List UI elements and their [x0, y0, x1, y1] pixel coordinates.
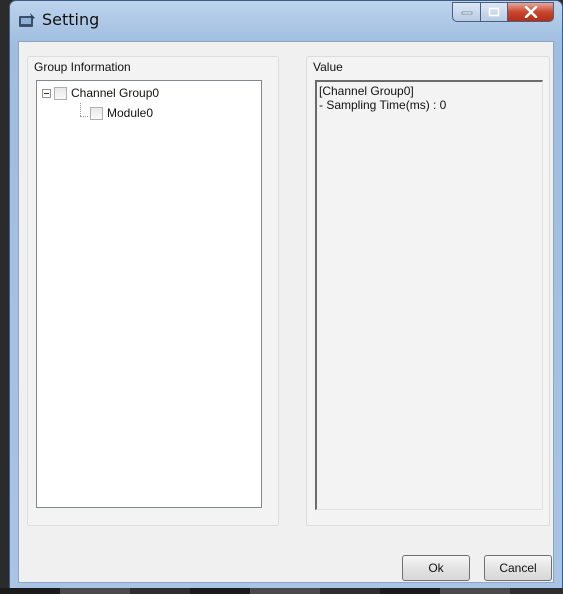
window-title: Setting	[42, 10, 100, 29]
settings-app-icon	[19, 13, 35, 27]
value-panel: Value [Channel Group0] - Sampling Time(m…	[306, 56, 550, 526]
maximize-icon	[488, 7, 500, 17]
tree-node-label: Channel Group0	[71, 86, 160, 100]
value-caption: Value	[313, 60, 343, 74]
tree-connector-vertical	[80, 103, 81, 116]
ok-button[interactable]: Ok	[402, 555, 470, 581]
tree-connector-horizontal	[80, 116, 88, 117]
value-line: - Sampling Time(ms) : 0	[319, 98, 447, 112]
close-icon	[524, 6, 537, 18]
cancel-button[interactable]: Cancel	[484, 555, 552, 581]
maximize-button[interactable]	[480, 2, 507, 22]
tree-node-module0[interactable]: Module0	[90, 106, 153, 120]
tree-node-channel-group0[interactable]: Channel Group0	[42, 86, 159, 100]
value-line: [Channel Group0]	[319, 84, 414, 98]
setting-window: Setting Group Information Channel Group0…	[9, 0, 563, 590]
group-information-panel: Group Information Channel Group0 Module0	[27, 56, 279, 526]
checkbox-module0[interactable]	[90, 106, 103, 120]
close-button[interactable]	[507, 2, 554, 22]
tree-node-label: Module0	[107, 106, 154, 120]
background-strip	[0, 588, 563, 594]
group-tree-view[interactable]: Channel Group0 Module0	[36, 80, 262, 508]
collapse-icon[interactable]	[42, 88, 51, 98]
minimize-icon	[461, 11, 472, 15]
caption-buttons	[452, 2, 554, 24]
minimize-button[interactable]	[452, 2, 480, 22]
checkbox-channel-group0[interactable]	[54, 86, 67, 100]
value-text-area[interactable]: [Channel Group0] - Sampling Time(ms) : 0	[315, 80, 543, 510]
dialog-client-area: Group Information Channel Group0 Module0…	[18, 41, 554, 583]
group-information-caption: Group Information	[34, 60, 131, 74]
title-bar[interactable]: Setting	[10, 1, 562, 41]
